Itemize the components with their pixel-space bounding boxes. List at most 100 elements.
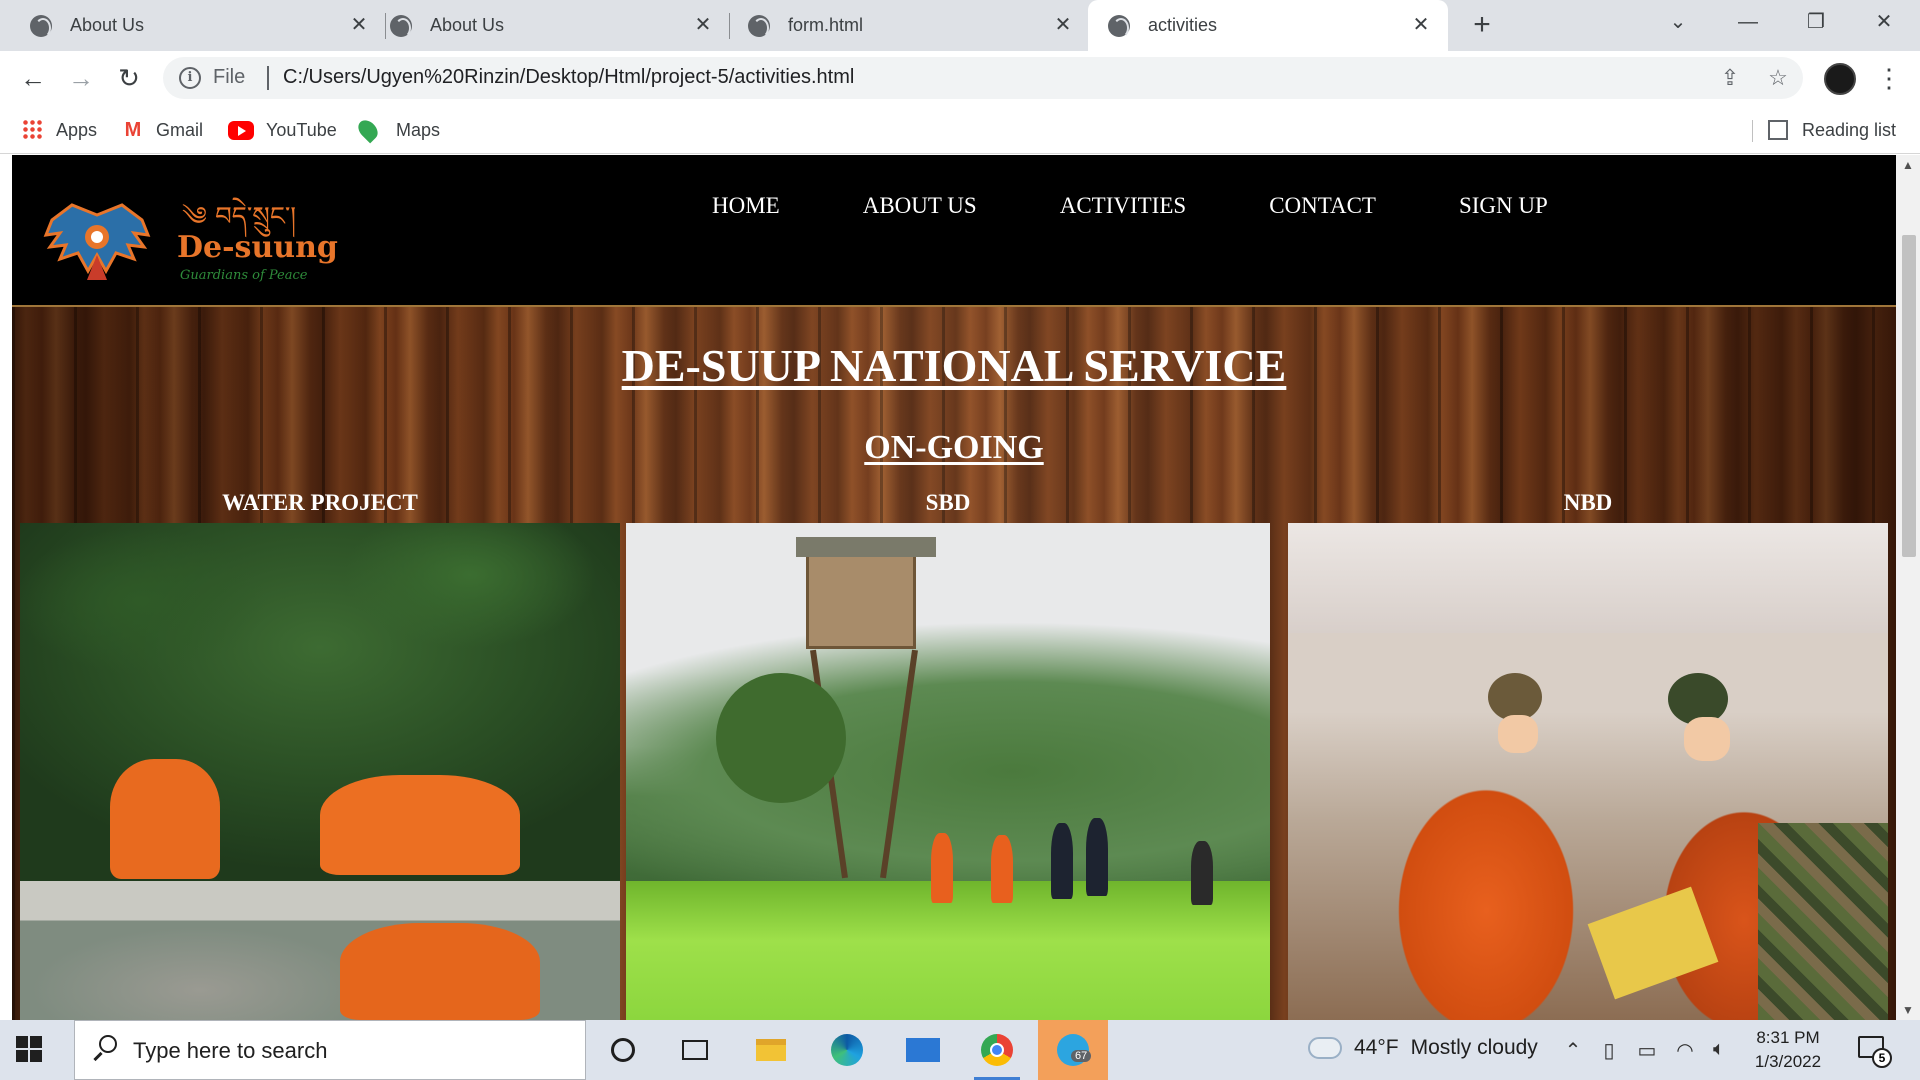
battery-icon[interactable]: ▭ bbox=[1634, 1038, 1660, 1063]
scroll-up-arrow-icon[interactable]: ▲ bbox=[1896, 155, 1920, 175]
gmail-icon: M bbox=[124, 119, 142, 141]
site-header: ༄ བདེ་སྲུང་། De-suung Guardians of Peace… bbox=[12, 155, 1896, 307]
browser-menu-icon[interactable]: ⋮ bbox=[1876, 61, 1902, 95]
share-icon[interactable]: ⇪ bbox=[1717, 65, 1743, 91]
maps-pin-icon bbox=[354, 116, 382, 144]
file-explorer-icon[interactable] bbox=[736, 1020, 806, 1080]
browser-toolbar: ← → ↻ i File C:/Users/Ugyen%20Rinzin/Des… bbox=[0, 51, 1920, 106]
volume-icon[interactable]: 🔈︎ bbox=[1706, 1038, 1732, 1061]
notification-center-icon[interactable]: 5 bbox=[1858, 1036, 1892, 1068]
address-bar[interactable]: i File C:/Users/Ugyen%20Rinzin/Desktop/H… bbox=[163, 57, 1803, 99]
watchtower-hut bbox=[806, 553, 916, 649]
page-viewport: ༄ བདེ་སྲུང་། De-suung Guardians of Peace… bbox=[0, 155, 1896, 1020]
profile-avatar[interactable] bbox=[1824, 63, 1856, 95]
forward-arrow-icon[interactable]: → bbox=[64, 61, 98, 95]
globe-icon bbox=[30, 14, 52, 38]
weather-temp: 44°F bbox=[1354, 1036, 1399, 1059]
wifi-icon[interactable]: ◠ bbox=[1672, 1038, 1698, 1063]
hall-ceiling bbox=[1288, 523, 1888, 633]
taskbar-search-box[interactable]: Type here to search bbox=[74, 1020, 586, 1080]
new-tab-button[interactable]: + bbox=[1464, 8, 1500, 44]
reading-list-icon bbox=[1768, 120, 1788, 140]
nav-sign-up[interactable]: SIGN UP bbox=[1459, 193, 1548, 219]
bookmarks-bar: Apps M Gmail YouTube Maps Reading list bbox=[0, 106, 1920, 154]
close-tab-icon[interactable]: ✕ bbox=[1050, 12, 1076, 38]
tab-about-us-2[interactable]: About Us ✕ bbox=[360, 0, 730, 51]
tab-title: About Us bbox=[70, 15, 145, 35]
bookmark-label: Maps bbox=[396, 119, 441, 140]
scroll-down-arrow-icon[interactable]: ▼ bbox=[1896, 1000, 1920, 1020]
officer-person bbox=[1051, 823, 1073, 899]
address-url[interactable]: C:/Users/Ugyen%20Rinzin/Desktop/Html/pro… bbox=[269, 66, 854, 89]
nbd-photo[interactable] bbox=[1288, 523, 1888, 1020]
bookmark-label: YouTube bbox=[266, 119, 337, 140]
tab-form-html[interactable]: form.html ✕ bbox=[720, 0, 1090, 51]
weather-widget[interactable]: 44°F Mostly cloudy bbox=[1306, 1031, 1538, 1060]
bookmark-star-icon[interactable]: ☆ bbox=[1765, 65, 1791, 91]
bookmark-maps[interactable]: Maps bbox=[354, 116, 441, 144]
forest-backdrop bbox=[20, 523, 620, 783]
tab-activities[interactable]: activities ✕ bbox=[1088, 0, 1448, 51]
wood-background: DE-SUUP NATIONAL SERVICE ON-GOING WATER … bbox=[12, 307, 1896, 1020]
windows-start-icon[interactable] bbox=[16, 1036, 44, 1064]
card-label-sbd: SBD bbox=[925, 490, 971, 515]
tab-search-chevron-icon[interactable]: ⌄ bbox=[1648, 0, 1708, 44]
task-view-icon[interactable] bbox=[660, 1020, 730, 1080]
clock-time: 8:31 PM bbox=[1756, 1028, 1820, 1047]
tab-title: About Us bbox=[430, 15, 505, 35]
cortana-icon[interactable] bbox=[588, 1020, 658, 1080]
bookmark-separator bbox=[1752, 120, 1753, 142]
de-suung-logo[interactable]: ༄ བདེ་སྲུང་། De-suung Guardians of Peace bbox=[42, 195, 352, 285]
camouflage-uniform bbox=[1758, 823, 1888, 1020]
edge-browser-icon[interactable] bbox=[812, 1020, 882, 1080]
bookmark-apps[interactable]: Apps bbox=[22, 116, 97, 144]
reading-list-button[interactable]: Reading list bbox=[1768, 116, 1896, 144]
tower-leg bbox=[880, 649, 918, 879]
clock-date: 1/3/2022 bbox=[1754, 1052, 1822, 1071]
page-title: DE-SUUP NATIONAL SERVICE bbox=[621, 340, 1287, 391]
youtube-icon bbox=[228, 120, 254, 140]
touchpad-icon[interactable]: ▯ bbox=[1596, 1038, 1622, 1063]
logo-wordmark: De-suung bbox=[177, 230, 338, 265]
volunteer-group-left bbox=[110, 759, 220, 879]
water-project-photo[interactable] bbox=[20, 523, 620, 1020]
restore-icon[interactable]: ❐ bbox=[1786, 0, 1846, 44]
show-hidden-icons-chevron[interactable]: ⌃ bbox=[1560, 1038, 1586, 1063]
bookmark-label: Apps bbox=[56, 119, 98, 140]
back-arrow-icon[interactable]: ← bbox=[16, 61, 50, 95]
official-person bbox=[1191, 841, 1213, 905]
volunteer-group-front bbox=[340, 923, 540, 1020]
tab-about-us-1[interactable]: About Us ✕ bbox=[0, 0, 386, 51]
nav-contact[interactable]: CONTACT bbox=[1269, 193, 1376, 219]
address-scheme-label: File bbox=[213, 66, 246, 88]
globe-icon bbox=[390, 14, 412, 38]
officer-person bbox=[1086, 818, 1108, 896]
main-nav: HOME ABOUT US ACTIVITIES CONTACT SIGN UP bbox=[712, 193, 1631, 219]
chrome-icon[interactable] bbox=[962, 1020, 1032, 1080]
close-window-icon[interactable]: ✕ bbox=[1854, 0, 1914, 44]
bookmark-youtube[interactable]: YouTube bbox=[228, 116, 337, 144]
telegram-icon[interactable]: 67 bbox=[1038, 1020, 1108, 1080]
globe-icon bbox=[1108, 14, 1130, 38]
nav-activities[interactable]: ACTIVITIES bbox=[1060, 193, 1186, 219]
guard-person bbox=[991, 835, 1013, 903]
apps-grid-icon bbox=[22, 119, 44, 141]
nav-about-us[interactable]: ABOUT US bbox=[863, 193, 977, 219]
page-scrollbar[interactable]: ▲ ▼ bbox=[1896, 155, 1920, 1020]
sbd-photo[interactable] bbox=[626, 523, 1270, 1020]
minimize-icon[interactable]: — bbox=[1718, 0, 1778, 44]
close-tab-icon[interactable]: ✕ bbox=[690, 12, 716, 38]
guard-person bbox=[931, 833, 953, 903]
system-clock[interactable]: 8:31 PM 1/3/2022 bbox=[1740, 1026, 1836, 1074]
eagle-emblem-icon bbox=[43, 203, 151, 280]
bookmark-gmail[interactable]: M Gmail bbox=[122, 116, 203, 144]
tab-title: activities bbox=[1148, 15, 1218, 35]
mail-icon[interactable] bbox=[888, 1020, 958, 1080]
scrollbar-thumb[interactable] bbox=[1902, 235, 1916, 557]
close-tab-icon[interactable]: ✕ bbox=[1408, 12, 1434, 38]
card-label-nbd: NBD bbox=[1563, 490, 1613, 515]
reload-icon[interactable]: ↻ bbox=[112, 61, 146, 95]
site-info-icon[interactable]: i bbox=[179, 67, 201, 89]
nav-home[interactable]: HOME bbox=[712, 193, 780, 219]
telegram-badge: 67 bbox=[1071, 1050, 1092, 1062]
